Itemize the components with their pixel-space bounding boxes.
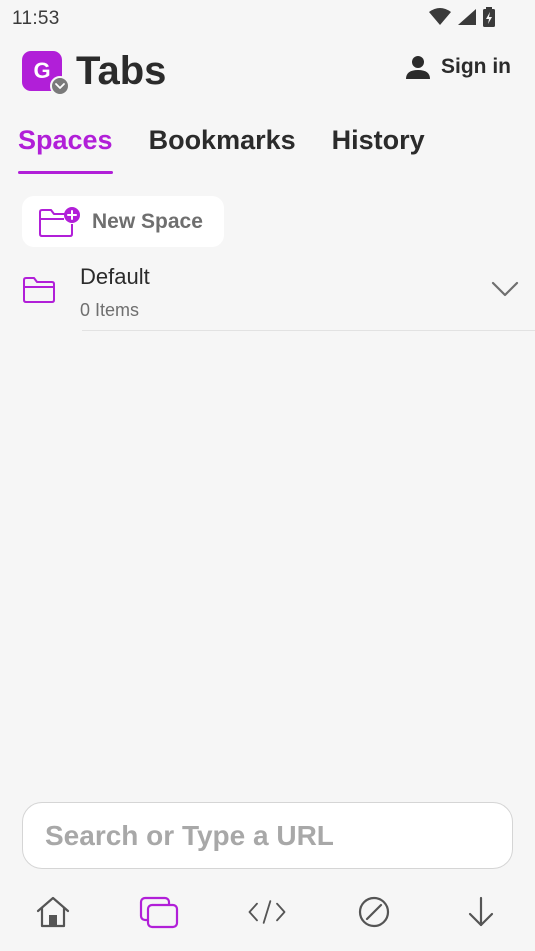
space-name: Default: [80, 264, 150, 289]
folder-icon: [23, 277, 55, 303]
chevron-down-icon: [55, 83, 65, 89]
page-title: Tabs: [76, 49, 167, 93]
search-bar[interactable]: [22, 802, 513, 869]
tabs-screen: 11:53 G Tabs Sign in Spaces Bookmarks Hi…: [0, 0, 535, 951]
tab-spaces[interactable]: Spaces: [18, 118, 113, 174]
avatar-letter: G: [33, 58, 51, 83]
divider: [82, 330, 535, 331]
nav-block[interactable]: [354, 892, 394, 932]
tabs-icon: [139, 896, 179, 929]
space-item-count: 0 Items: [80, 300, 140, 320]
status-time: 11:53: [12, 8, 60, 29]
download-icon: [468, 896, 494, 927]
block-icon: [358, 896, 390, 928]
avatar-dropdown-badge[interactable]: [50, 76, 70, 96]
cell-signal-icon: [458, 9, 476, 25]
status-bar: 11:53: [0, 0, 535, 36]
nav-home[interactable]: [33, 892, 73, 932]
tab-history[interactable]: History: [332, 118, 425, 174]
battery-icon: [483, 7, 495, 27]
folder-add-icon: [39, 207, 80, 237]
bottom-nav: [0, 886, 535, 936]
search-input[interactable]: [45, 817, 485, 855]
code-icon: [248, 900, 286, 924]
status-icons: [429, 7, 495, 27]
person-icon: [406, 56, 430, 79]
sign-in-label: Sign in: [441, 55, 511, 78]
new-space-label: New Space: [92, 210, 203, 233]
tab-bar: Spaces Bookmarks History: [18, 118, 461, 174]
sign-in-button[interactable]: Sign in: [405, 54, 511, 80]
space-row-default[interactable]: Default 0 Items: [0, 258, 535, 332]
nav-downloads[interactable]: [461, 892, 501, 932]
nav-dev-tools[interactable]: [247, 892, 287, 932]
app-header: G Tabs Sign in: [0, 46, 535, 96]
nav-tabs[interactable]: [139, 892, 179, 932]
new-space-button[interactable]: New Space: [22, 196, 224, 247]
tab-bookmarks[interactable]: Bookmarks: [149, 118, 296, 174]
wifi-icon: [429, 8, 451, 25]
chevron-down-icon[interactable]: [491, 280, 519, 298]
home-icon: [36, 896, 70, 928]
